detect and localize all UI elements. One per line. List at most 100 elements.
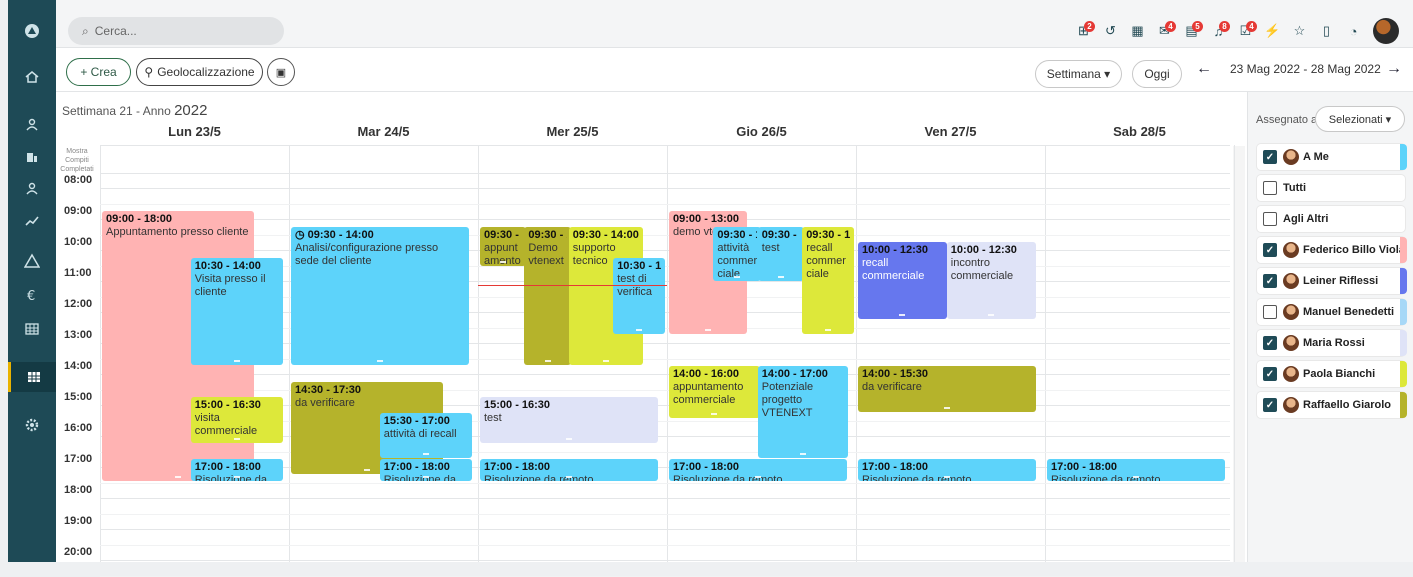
calendar-event[interactable]: 10:30 - 13:00test di verifica (613, 257, 665, 334)
next-week-icon[interactable]: → (1386, 60, 1402, 78)
bell-icon[interactable]: ♫ 8 (1205, 18, 1232, 45)
logo-icon[interactable] (8, 16, 56, 46)
assignee-checkbox[interactable]: ✓ (1263, 243, 1277, 257)
resize-handle[interactable] (825, 329, 832, 331)
day-header[interactable]: Mer 25/5 (478, 124, 667, 139)
flash-icon[interactable]: ⚡ (1259, 18, 1286, 45)
resize-handle[interactable] (500, 260, 507, 263)
assignee-checkbox[interactable] (1263, 305, 1277, 319)
resize-handle[interactable] (234, 437, 241, 440)
day-header[interactable]: Ven 27/5 (856, 124, 1045, 139)
assignee-item[interactable]: Tutti (1257, 175, 1405, 201)
calendar-event[interactable]: 09:30 - 11:30test (757, 226, 805, 282)
potentials-icon[interactable] (8, 206, 56, 236)
star-icon[interactable]: ☆ (1286, 18, 1313, 45)
calendar-icon[interactable]: ▦ (1124, 18, 1151, 45)
task-check-icon[interactable]: ☑ 4 (1232, 18, 1259, 45)
calendar-event[interactable]: 14:00 - 17:00 Potenziale progetto VTENEXT (757, 366, 849, 458)
day-header[interactable]: Lun 23/5 (100, 124, 289, 139)
accounts-icon[interactable] (8, 142, 56, 172)
assignee-item[interactable]: ✓ Paola Bianchi (1257, 361, 1407, 387)
home-icon[interactable] (8, 62, 56, 92)
assignee-item[interactable]: ✓ Raffaello Giarolo (1257, 392, 1407, 418)
assignee-item[interactable]: ✓ A Me (1257, 144, 1407, 170)
assignee-checkbox[interactable]: ✓ (1263, 336, 1277, 350)
assignee-checkbox[interactable] (1263, 181, 1277, 195)
calendar-event[interactable]: 15:30 - 17:00 attività di recall (379, 412, 473, 458)
resize-handle[interactable] (1132, 476, 1139, 479)
day-header[interactable]: Gio 26/5 (667, 124, 856, 139)
resize-handle[interactable] (565, 437, 572, 440)
view-select[interactable]: Settimana ▾ (1035, 60, 1122, 88)
calendar-event[interactable]: 10:30 - 14:00 Visita presso il cliente (190, 257, 284, 365)
calendar-event[interactable]: 17:00 - 18:00 Risoluzione da remoto (669, 459, 847, 482)
assignee-checkbox[interactable]: ✓ (1263, 150, 1277, 164)
calendar-event[interactable]: 10:00 - 12:30 recall commerciale (858, 242, 947, 319)
resize-handle[interactable] (988, 313, 995, 316)
resize-handle[interactable] (704, 329, 711, 331)
resize-handle[interactable] (234, 476, 241, 479)
resize-handle[interactable] (754, 476, 761, 479)
prev-week-icon[interactable]: ← (1196, 60, 1212, 78)
finance-icon[interactable]: € (8, 280, 56, 310)
resize-handle[interactable] (376, 360, 383, 362)
print-icon[interactable]: ▣ (267, 58, 295, 86)
org-chart-icon[interactable]: ⊞ 2 (1070, 18, 1097, 45)
search-input[interactable]: ⌕ Cerca... (68, 17, 284, 45)
resize-handle[interactable] (423, 453, 430, 455)
show-completed-tasks-toggle[interactable]: Mostra Compiti Completati (59, 147, 95, 174)
calendar-event[interactable]: 14:00 - 15:30 da verificare (858, 366, 1036, 412)
resize-handle[interactable] (636, 329, 643, 331)
calendar-event[interactable]: 15:00 - 16:30 test (480, 397, 658, 443)
calendar-event[interactable]: 14:00 - 16:00 appuntamento commerciale (669, 366, 760, 418)
resize-handle[interactable] (234, 360, 241, 362)
document-icon[interactable]: ▯ (1313, 18, 1340, 45)
trouble-tickets-icon[interactable] (8, 246, 56, 276)
assignee-item[interactable]: ✓ Maria Rossi (1257, 330, 1407, 356)
resize-handle[interactable] (777, 276, 784, 279)
resize-handle[interactable] (943, 406, 950, 409)
day-header[interactable]: Mar 24/5 (289, 124, 478, 139)
calendar-event[interactable]: 17:00 - 18:00 Risoluzione da remoto (480, 459, 658, 482)
resize-handle[interactable] (544, 360, 551, 362)
assignee-checkbox[interactable]: ✓ (1263, 398, 1277, 412)
assignee-item[interactable]: ✓ Federico Billo Viola (1257, 237, 1407, 263)
assigned-select[interactable]: Selezionati ▾ (1315, 106, 1405, 132)
day-header[interactable]: Sab 28/5 (1045, 124, 1234, 139)
resize-handle[interactable] (899, 313, 906, 316)
calendar-grid-icon[interactable] (8, 362, 56, 392)
calendar-event[interactable]: 17:00 - 18:00 Risoluzione da remoto (858, 459, 1036, 482)
assignee-checkbox[interactable]: ✓ (1263, 367, 1277, 381)
assignee-item[interactable]: Manuel Benedetti (1257, 299, 1407, 325)
settings-icon[interactable] (8, 410, 56, 440)
resize-handle[interactable] (602, 360, 609, 362)
resize-handle[interactable] (734, 276, 741, 279)
history-icon[interactable]: ↺ (1097, 18, 1124, 45)
resize-handle[interactable] (800, 453, 807, 455)
calendar-event[interactable]: 17:00 - 18:00 Risoluzione da remoto (1047, 459, 1225, 482)
timer-icon[interactable]: ◔ (1340, 18, 1367, 45)
calendar-event[interactable]: 15:00 - 16:30 visita commerciale (190, 397, 284, 443)
calendar-event[interactable]: 09:30 - 14:00Demo vtenext (524, 226, 571, 365)
calendar-event[interactable]: 17:00 - 18:00 Risoluzione da (379, 459, 473, 482)
assignee-checkbox[interactable]: ✓ (1263, 274, 1277, 288)
resize-handle[interactable] (174, 476, 181, 479)
calendar-event[interactable]: ◷ 09:30 - 14:00 Analisi/configurazione pr… (291, 226, 469, 365)
resize-handle[interactable] (711, 412, 718, 415)
resize-handle[interactable] (565, 476, 572, 479)
resize-handle[interactable] (363, 468, 370, 471)
calendar-event[interactable]: 10:00 - 12:30 incontro commerciale (946, 242, 1036, 319)
contacts-icon[interactable] (8, 110, 56, 140)
chat-icon[interactable]: ▤ 5 (1178, 18, 1205, 45)
resize-handle[interactable] (943, 476, 950, 479)
calendar-event[interactable]: 09:30 - 13:00recall commerciale (802, 226, 854, 334)
today-button[interactable]: Oggi (1132, 60, 1182, 88)
leads-icon[interactable] (8, 174, 56, 204)
assignee-item[interactable]: Agli Altri (1257, 206, 1405, 232)
user-avatar[interactable] (1373, 18, 1399, 44)
assignee-item[interactable]: ✓ Leiner Riflessi (1257, 268, 1407, 294)
geolocation-button[interactable]: ⚲ Geolocalizzazione (136, 58, 263, 86)
calendar-event[interactable]: 09:30 - 11:30attività commerciale presso… (713, 226, 762, 282)
assignee-checkbox[interactable] (1263, 212, 1277, 226)
create-button[interactable]: + Crea (66, 58, 131, 86)
